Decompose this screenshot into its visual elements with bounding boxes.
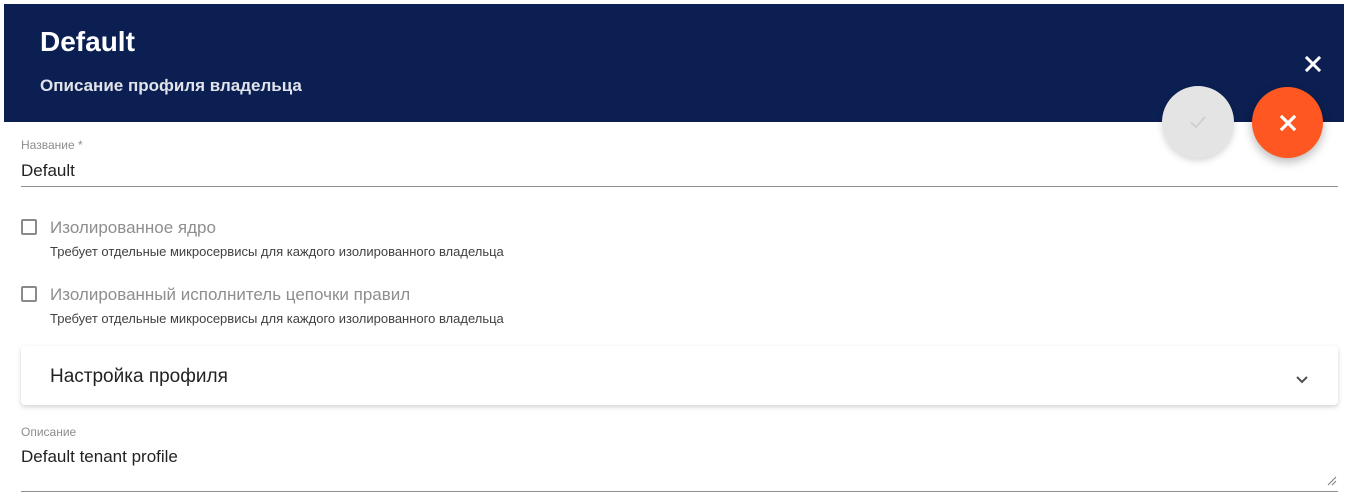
close-icon (1279, 114, 1297, 132)
name-label: Название * (21, 138, 83, 152)
chevron-down-icon (1296, 376, 1308, 384)
isolated-core-hint: Требует отдельные микросервисы для каждо… (50, 244, 504, 259)
check-icon (1190, 116, 1206, 129)
profile-settings-title: Настройка профиля (50, 366, 228, 387)
resize-handle-icon[interactable] (1327, 476, 1337, 486)
isolated-core-checkbox[interactable] (21, 219, 37, 235)
description-label: Описание (21, 425, 77, 439)
tenant-profile-dialog: Default Описание профиля владельца Назва… (0, 0, 1356, 493)
dialog-title: Default (40, 26, 135, 57)
dialog-header: Default Описание профиля владельца (4, 4, 1344, 122)
profile-settings-panel[interactable]: Настройка профиля (21, 346, 1338, 405)
name-field[interactable]: Название * Default (21, 138, 1338, 187)
close-button[interactable] (1298, 49, 1328, 79)
description-field[interactable]: Описание Default tenant profile (21, 425, 1338, 492)
isolated-core-label[interactable]: Изолированное ядро (50, 217, 216, 239)
isolated-rule-chain-hint: Требует отдельные микросервисы для каждо… (50, 311, 504, 326)
isolated-rule-chain-label[interactable]: Изолированный исполнитель цепочки правил (50, 284, 410, 306)
name-input[interactable]: Default (21, 160, 75, 182)
isolated-rule-chain-checkbox[interactable] (21, 286, 37, 302)
dialog-subtitle: Описание профиля владельца (40, 76, 302, 95)
description-textarea[interactable]: Default tenant profile (21, 446, 178, 468)
close-icon (1304, 55, 1322, 73)
